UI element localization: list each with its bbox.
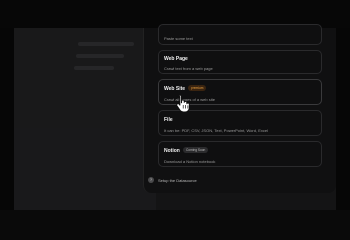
- premium-badge: premium: [188, 85, 207, 91]
- dimmed-background-content: [14, 28, 156, 210]
- help-circle-icon: ?: [148, 177, 154, 183]
- option-web-site-title: Web Site: [164, 86, 186, 92]
- option-text-description: Paste some text: [164, 36, 193, 41]
- option-notion[interactable]: Notion Coming Soon Download a Notion not…: [158, 141, 322, 167]
- setup-datasource-label: Setup the Datasource: [158, 177, 197, 183]
- option-file[interactable]: File It can be: PDF, CSV, JSON, Text, Po…: [158, 110, 322, 136]
- option-text[interactable]: Paste some text: [158, 24, 322, 45]
- coming-soon-badge: Coming Soon: [183, 147, 209, 153]
- option-notion-description: Download a Notion notebook: [164, 159, 216, 164]
- option-web-page[interactable]: Web Page Crawl text from a web page: [158, 50, 322, 74]
- left-frame: [0, 28, 14, 240]
- setup-datasource-link[interactable]: ? Setup the Datasource: [148, 176, 197, 184]
- option-file-description: It can be: PDF, CSV, JSON, Text, PowerPo…: [164, 128, 268, 133]
- option-file-title: File: [164, 117, 173, 123]
- ghost-line: [74, 66, 114, 70]
- hand-pointer-icon: [176, 94, 190, 112]
- option-web-page-description: Crawl text from a web page: [164, 66, 213, 71]
- right-frame: [336, 28, 350, 240]
- option-web-page-title: Web Page: [164, 56, 188, 62]
- bottom-frame: [0, 210, 350, 240]
- ghost-line: [78, 42, 134, 46]
- ghost-line: [76, 54, 124, 58]
- option-notion-title: Notion: [164, 148, 180, 154]
